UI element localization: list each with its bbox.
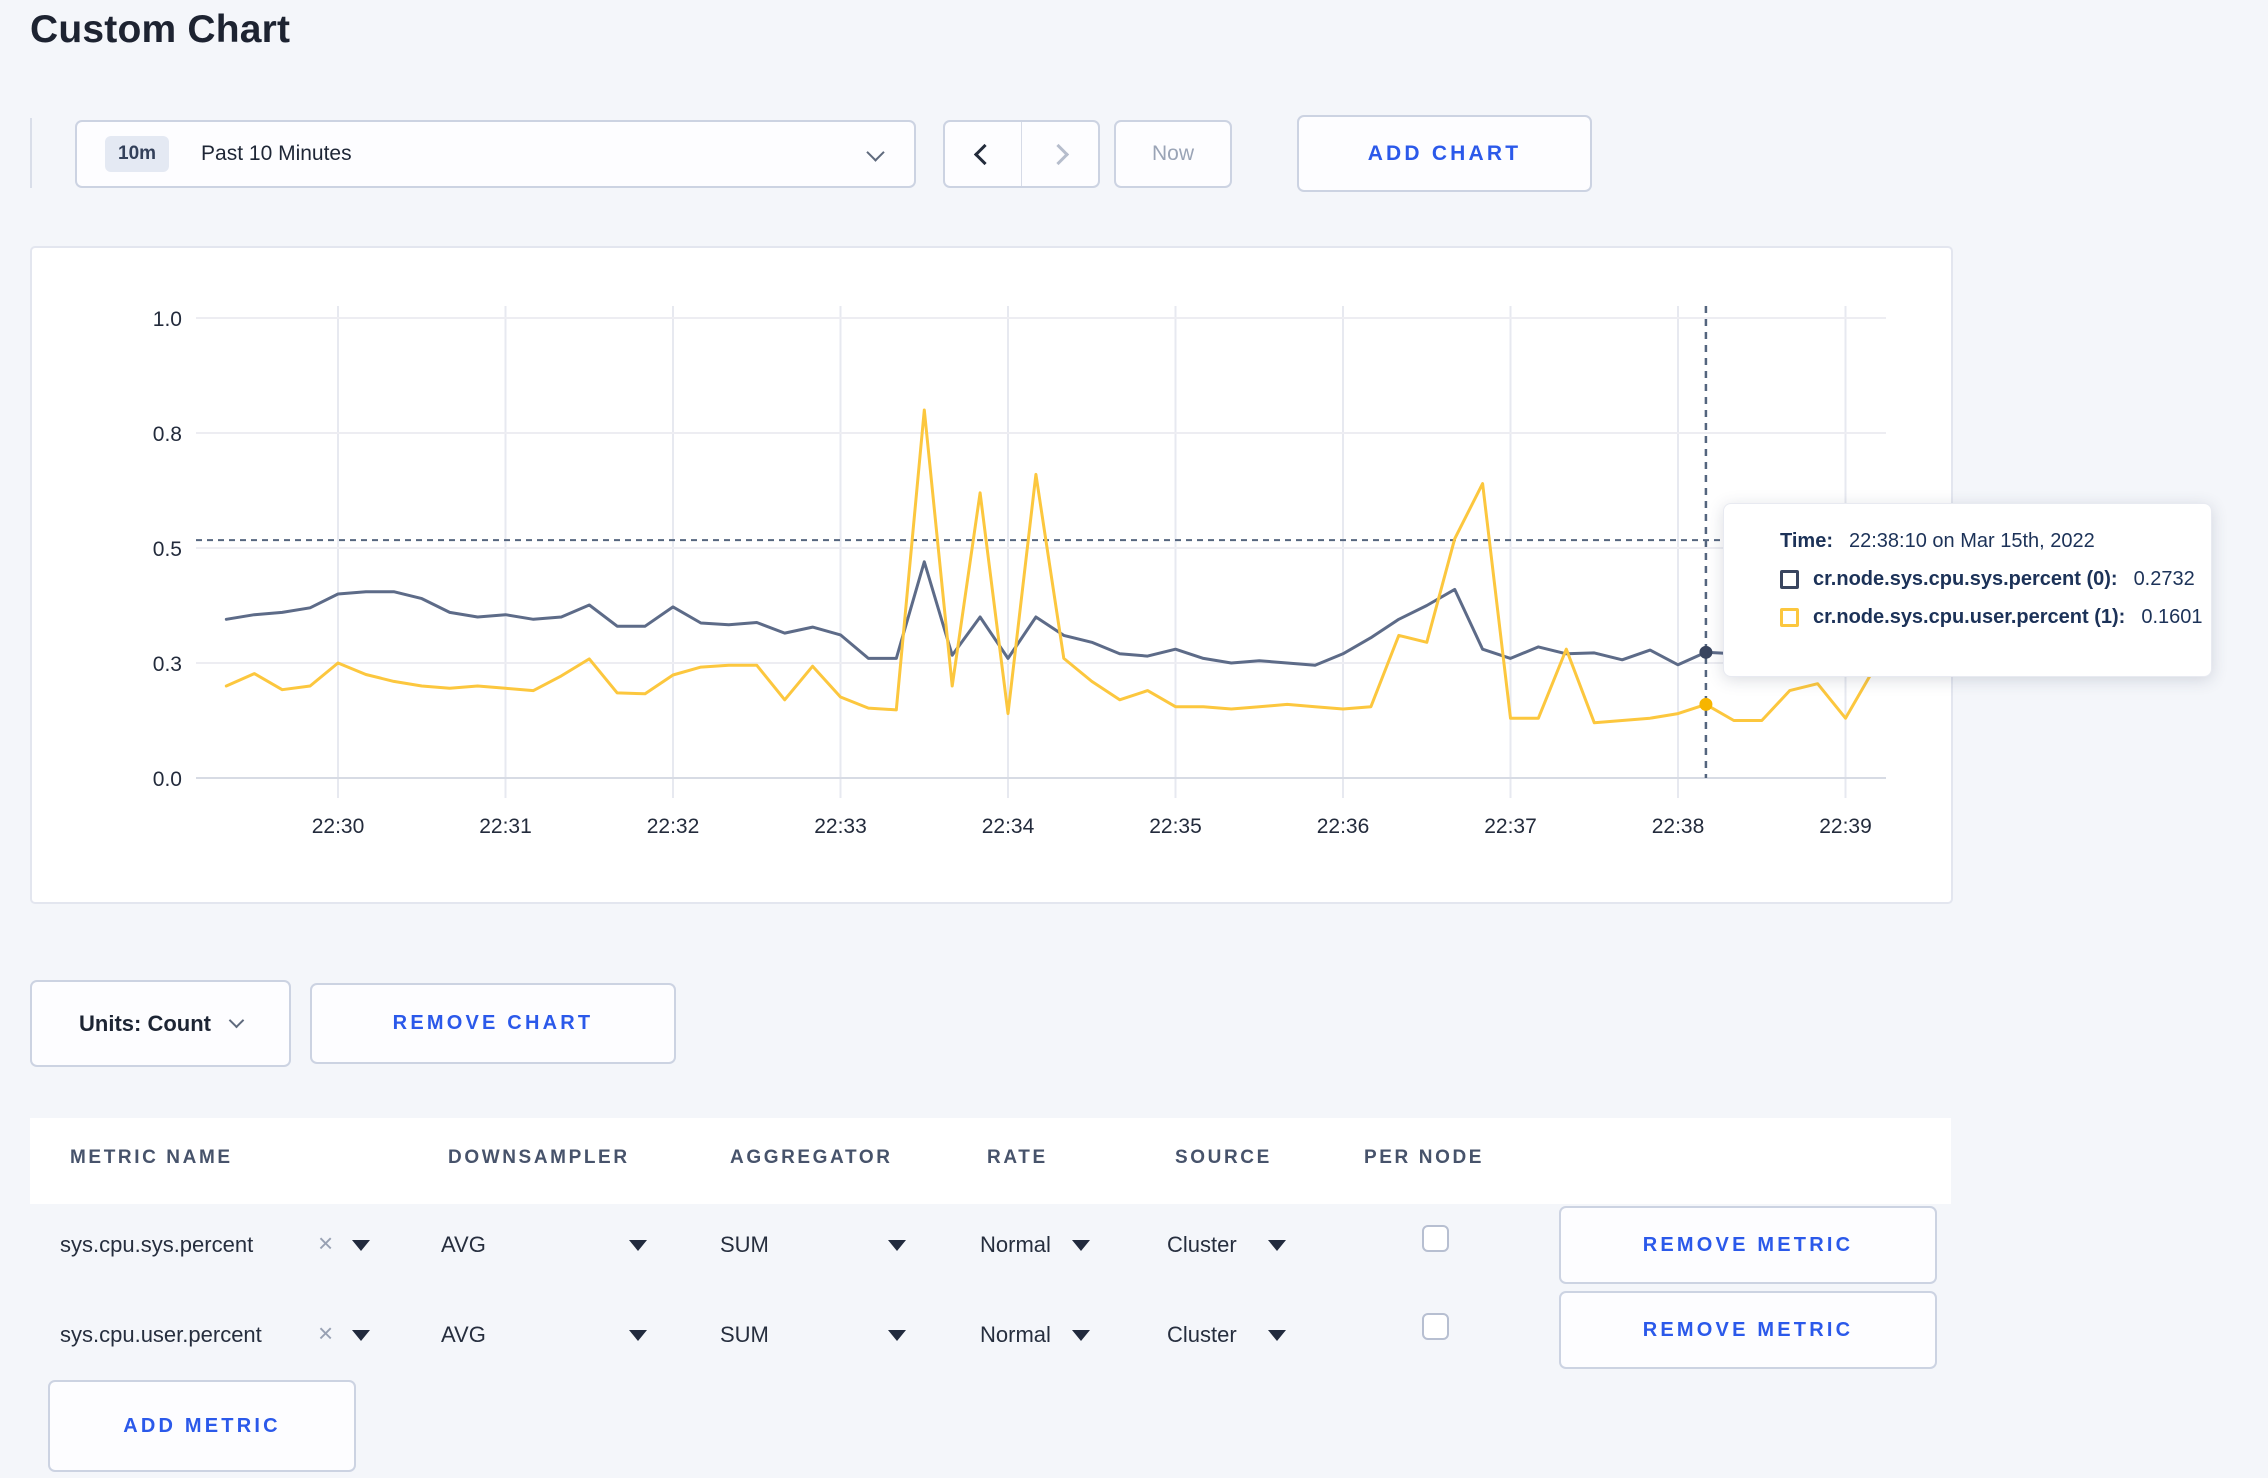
units-select[interactable]: Units: Count xyxy=(30,980,291,1067)
downsampler-caret-icon[interactable] xyxy=(629,1240,647,1251)
tooltip-series-label: cr.node.sys.cpu.sys.percent (0): xyxy=(1813,568,2118,590)
source-select[interactable]: Cluster xyxy=(1167,1232,1237,1258)
tooltip-time-row: Time: 22:38:10 on Mar 15th, 2022 xyxy=(1780,530,2187,553)
series-swatch-icon xyxy=(1780,608,1799,627)
remove-chart-button[interactable]: REMOVE CHART xyxy=(310,983,676,1064)
column-header-aggregator: AGGREGATOR xyxy=(730,1147,893,1168)
rate-caret-icon[interactable] xyxy=(1072,1240,1090,1251)
aggregator-caret-icon[interactable] xyxy=(888,1240,906,1251)
source-caret-icon[interactable] xyxy=(1268,1240,1286,1251)
tooltip-series-label: cr.node.sys.cpu.user.percent (1): xyxy=(1813,606,2126,628)
chevron-right-icon xyxy=(1047,143,1069,165)
tooltip-series-row: cr.node.sys.cpu.user.percent (1): 0.1601 xyxy=(1780,606,2203,629)
rate-caret-icon[interactable] xyxy=(1072,1330,1090,1341)
time-range-badge: 10m xyxy=(105,136,170,172)
time-range-select[interactable]: 10m Past 10 Minutes xyxy=(75,120,916,188)
downsampler-caret-icon[interactable] xyxy=(629,1330,647,1341)
series-swatch-icon xyxy=(1780,570,1799,589)
add-chart-button[interactable]: ADD CHART xyxy=(1297,115,1592,192)
page-title: Custom Chart xyxy=(30,8,291,51)
range-prev-button[interactable] xyxy=(945,122,1021,186)
chevron-left-icon xyxy=(974,143,996,165)
tooltip-series-value: 0.1601 xyxy=(2141,606,2203,628)
rate-select[interactable]: Normal xyxy=(980,1322,1051,1348)
column-header-rate: RATE xyxy=(987,1147,1048,1168)
column-header-source: SOURCE xyxy=(1175,1147,1272,1168)
add-metric-button[interactable]: ADD METRIC xyxy=(48,1380,356,1472)
rate-select[interactable]: Normal xyxy=(980,1232,1051,1258)
remove-metric-button[interactable]: REMOVE METRIC xyxy=(1559,1206,1937,1284)
source-select[interactable]: Cluster xyxy=(1167,1322,1237,1348)
source-caret-icon[interactable] xyxy=(1268,1330,1286,1341)
custom-chart-page: Custom Chart 10m Past 10 Minutes Now ADD… xyxy=(0,0,2268,1478)
tooltip-series-row: cr.node.sys.cpu.sys.percent (0): 0.2732 xyxy=(1780,568,2195,591)
now-button[interactable]: Now xyxy=(1114,120,1232,188)
metric-name-caret-icon[interactable] xyxy=(352,1240,370,1251)
metric-name-value[interactable]: sys.cpu.user.percent xyxy=(60,1322,262,1348)
chevron-down-icon xyxy=(228,1012,245,1029)
tooltip-series-value: 0.2732 xyxy=(2133,568,2195,590)
chart-tooltip: Time: 22:38:10 on Mar 15th, 2022 cr.node… xyxy=(1723,503,2212,677)
tooltip-time-value: 22:38:10 on Mar 15th, 2022 xyxy=(1848,530,2095,552)
per-node-checkbox[interactable] xyxy=(1422,1225,1449,1252)
column-header-metric-name: METRIC NAME xyxy=(70,1147,233,1168)
downsampler-select[interactable]: AVG xyxy=(441,1322,486,1348)
time-range-pager xyxy=(943,120,1100,188)
remove-metric-x-icon[interactable]: × xyxy=(318,1230,333,1256)
metric-name-value[interactable]: sys.cpu.sys.percent xyxy=(60,1232,253,1258)
remove-metric-x-icon[interactable]: × xyxy=(318,1320,333,1346)
metric-name-caret-icon[interactable] xyxy=(352,1330,370,1341)
toolbar-divider xyxy=(30,118,32,188)
aggregator-select[interactable]: SUM xyxy=(720,1232,769,1258)
metrics-table-header: METRIC NAME DOWNSAMPLER AGGREGATOR RATE … xyxy=(30,1118,1951,1204)
chevron-down-icon xyxy=(866,143,885,162)
aggregator-select[interactable]: SUM xyxy=(720,1322,769,1348)
per-node-checkbox[interactable] xyxy=(1422,1313,1449,1340)
time-range-label: Past 10 Minutes xyxy=(201,142,352,165)
column-header-downsampler: DOWNSAMPLER xyxy=(448,1147,630,1168)
remove-metric-button[interactable]: REMOVE METRIC xyxy=(1559,1291,1937,1369)
aggregator-caret-icon[interactable] xyxy=(888,1330,906,1341)
downsampler-select[interactable]: AVG xyxy=(441,1232,486,1258)
tooltip-time-label: Time: xyxy=(1780,530,1833,552)
column-header-per-node: PER NODE xyxy=(1364,1147,1485,1168)
chart-card xyxy=(30,246,1953,904)
range-next-button[interactable] xyxy=(1022,122,1098,186)
